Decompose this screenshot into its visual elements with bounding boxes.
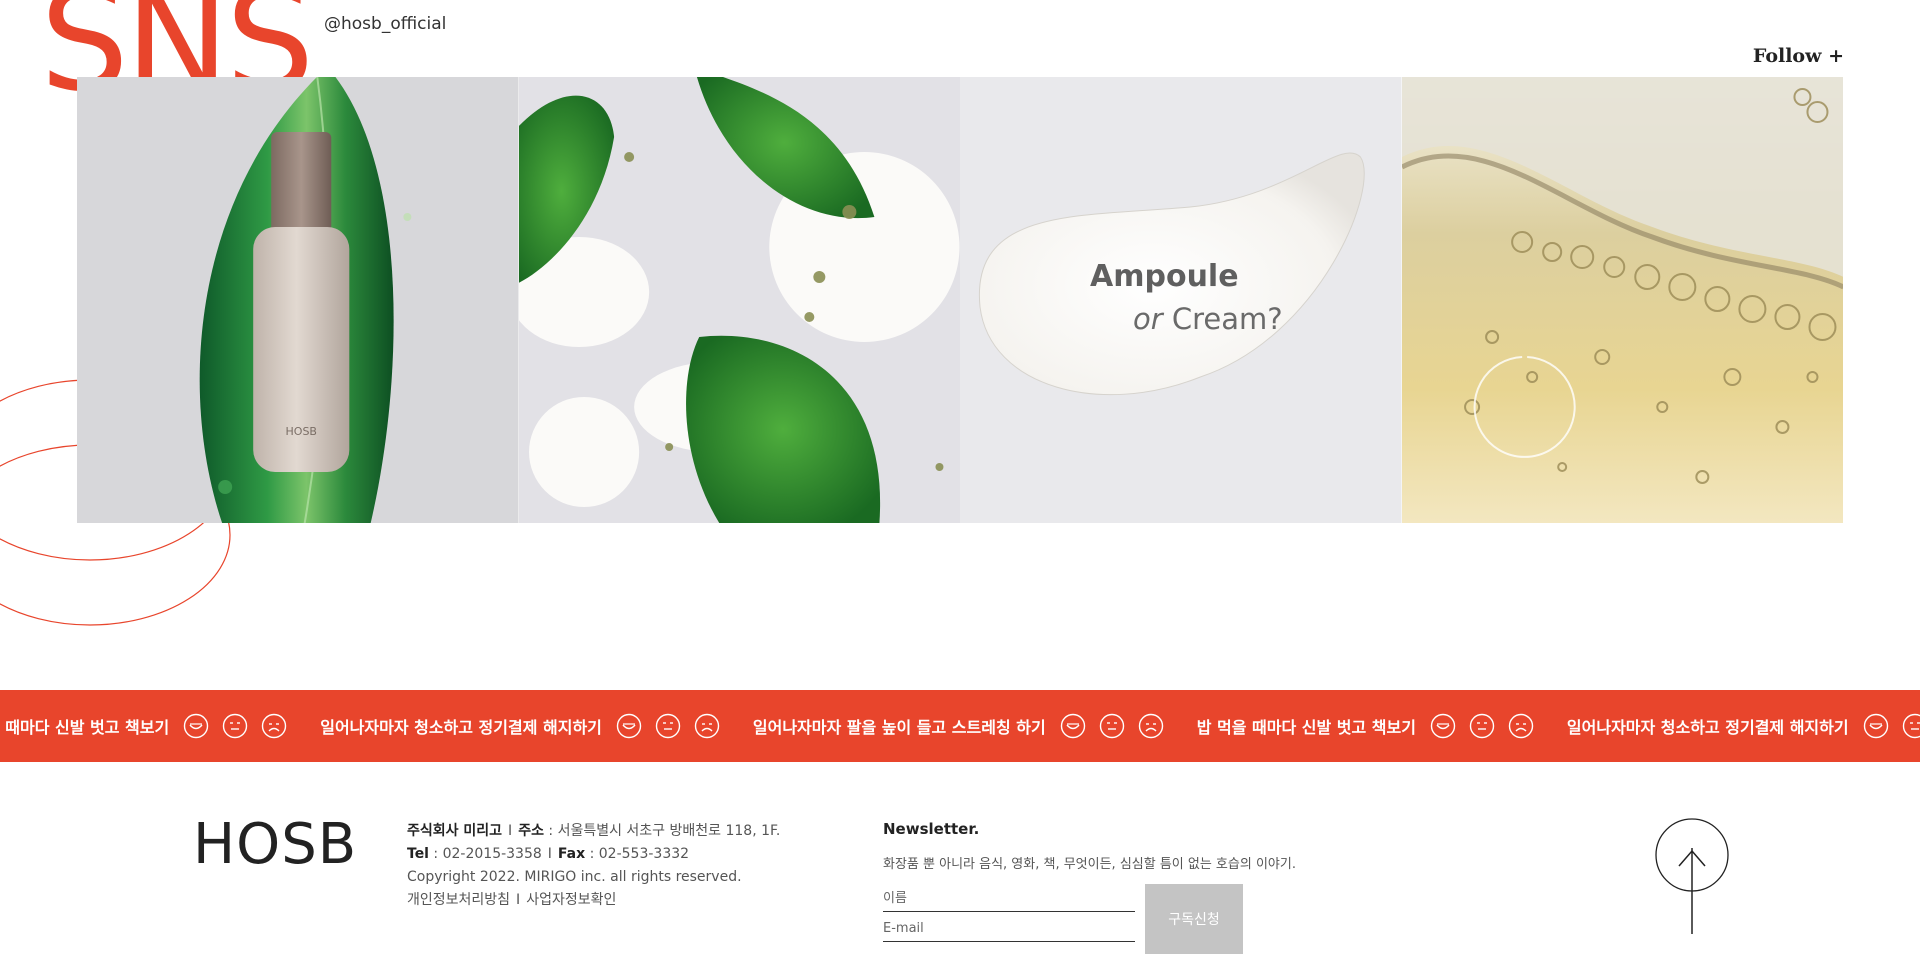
privacy-policy-link[interactable]: 개인정보처리방침	[407, 892, 510, 908]
smile-face-icon[interactable]	[1863, 713, 1889, 739]
marquee-item: 일어나자마자 팔을 높이 들고 스트레칭 하기	[753, 713, 1177, 739]
marquee-item: 밥 먹을 때마다 신발 벗고 책보기	[0, 713, 300, 739]
sad-face-icon[interactable]	[1508, 713, 1534, 739]
marquee-text: 밥 먹을 때마다 신발 벗고 책보기	[0, 718, 170, 737]
tel-label: Tel	[407, 846, 429, 862]
marquee-text: 일어나자마자 청소하고 정기결제 해지하기	[1566, 718, 1849, 737]
newsletter-description: 화장품 뿐 아니라 음식, 영화, 책, 무엇이든, 심심할 틈이 없는 호습의…	[883, 857, 1296, 872]
sad-face-icon[interactable]	[261, 713, 287, 739]
smile-face-icon[interactable]	[1060, 713, 1086, 739]
neutral-face-icon[interactable]	[222, 713, 248, 739]
policy-links: 개인정보처리방침 I 사업자정보확인	[407, 889, 780, 912]
habit-marquee: 밥 먹을 때마다 신발 벗고 책보기 일어나자마자 청소하고 정기결제 해지하기 일…	[0, 690, 1920, 762]
gallery-item-ampoule[interactable]: Ampoule or Cream?	[960, 77, 1402, 523]
golden-bubbles-image	[1401, 77, 1843, 523]
copyright: Copyright 2022. MIRIGO inc. all rights r…	[407, 869, 742, 885]
newsletter-title: Newsletter.	[883, 820, 980, 838]
neutral-face-icon[interactable]	[1099, 713, 1125, 739]
name-input[interactable]	[883, 886, 1135, 912]
company-info: 주식회사 미리고 I 주소 : 서울특별시 서초구 방배천로 118, 1F. Te…	[407, 820, 780, 912]
cream-swatch-image	[960, 77, 1402, 523]
email-input[interactable]	[883, 916, 1135, 942]
leaves-and-cream-image	[518, 77, 960, 523]
bottle-on-leaf-image: HOSB	[77, 77, 519, 523]
smile-face-icon[interactable]	[1430, 713, 1456, 739]
fax-label: Fax	[557, 846, 586, 862]
marquee-text: 일어나자마자 청소하고 정기결제 해지하기	[320, 718, 602, 737]
subscribe-button[interactable]: 구독신청	[1145, 884, 1243, 954]
separator: I	[516, 892, 521, 908]
page: SNS @hosb_official Follow + HOSB Ampoule…	[0, 0, 1920, 969]
address-value: : 서울특별시 서초구 방배천로 118, 1F.	[543, 823, 781, 839]
separator: I	[547, 846, 552, 862]
separator: I	[508, 823, 513, 839]
arrow-up-icon	[1655, 818, 1729, 934]
company-name: 주식회사 미리고	[407, 823, 503, 839]
company-line: 주식회사 미리고 I 주소 : 서울특별시 서초구 방배천로 118, 1F.	[407, 820, 780, 843]
contact-line: Tel : 02-2015-3358 I Fax : 02-553-3332	[407, 843, 780, 866]
gallery-item-leaves[interactable]	[518, 77, 960, 523]
neutral-face-icon[interactable]	[1902, 713, 1920, 739]
business-info-link[interactable]: 사업자정보확인	[526, 892, 616, 908]
sns-gallery: HOSB Ampoule or Cream?	[77, 77, 1843, 523]
cream-text: Cream?	[1162, 302, 1283, 336]
tel-value: : 02-2015-3358	[428, 846, 542, 862]
sad-face-icon[interactable]	[694, 713, 720, 739]
scroll-top-button[interactable]	[1655, 818, 1729, 936]
follow-button[interactable]: Follow +	[1753, 45, 1844, 67]
gallery-item-bottle[interactable]: HOSB	[77, 77, 519, 523]
marquee-text: 일어나자마자 팔을 높이 들고 스트레칭 하기	[752, 718, 1046, 737]
marquee-item: 일어나자마자 청소하고 정기결제 해지하기	[320, 713, 733, 739]
svg-text:HOSB: HOSB	[286, 425, 317, 438]
footer-logo[interactable]: HOSB	[193, 812, 357, 877]
marquee-text: 밥 먹을 때마다 신발 벗고 책보기	[1196, 718, 1416, 737]
neutral-face-icon[interactable]	[655, 713, 681, 739]
ampoule-text: Ampoule	[1090, 259, 1239, 294]
smile-face-icon[interactable]	[183, 713, 209, 739]
address-label: 주소	[518, 823, 544, 839]
neutral-face-icon[interactable]	[1469, 713, 1495, 739]
or-text: or	[1133, 302, 1163, 336]
newsletter-form: 구독신청	[883, 884, 1303, 956]
fax-value: : 02-553-3332	[585, 846, 690, 862]
newsletter: Newsletter. 화장품 뿐 아니라 음식, 영화, 책, 무엇이든, 심…	[883, 820, 1303, 956]
gallery-item-bubbles[interactable]	[1401, 77, 1843, 523]
sns-handle[interactable]: @hosb_official	[324, 14, 446, 34]
smile-face-icon[interactable]	[616, 713, 642, 739]
marquee-item: 일어나자마자 청소하고 정기결제 해지하기	[1567, 713, 1920, 739]
or-cream-text: or Cream?	[1133, 302, 1283, 336]
marquee-item: 밥 먹을 때마다 신발 벗고 책보기	[1197, 713, 1547, 739]
marquee-track: 밥 먹을 때마다 신발 벗고 책보기 일어나자마자 청소하고 정기결제 해지하기 일…	[0, 690, 1920, 762]
sad-face-icon[interactable]	[1138, 713, 1164, 739]
